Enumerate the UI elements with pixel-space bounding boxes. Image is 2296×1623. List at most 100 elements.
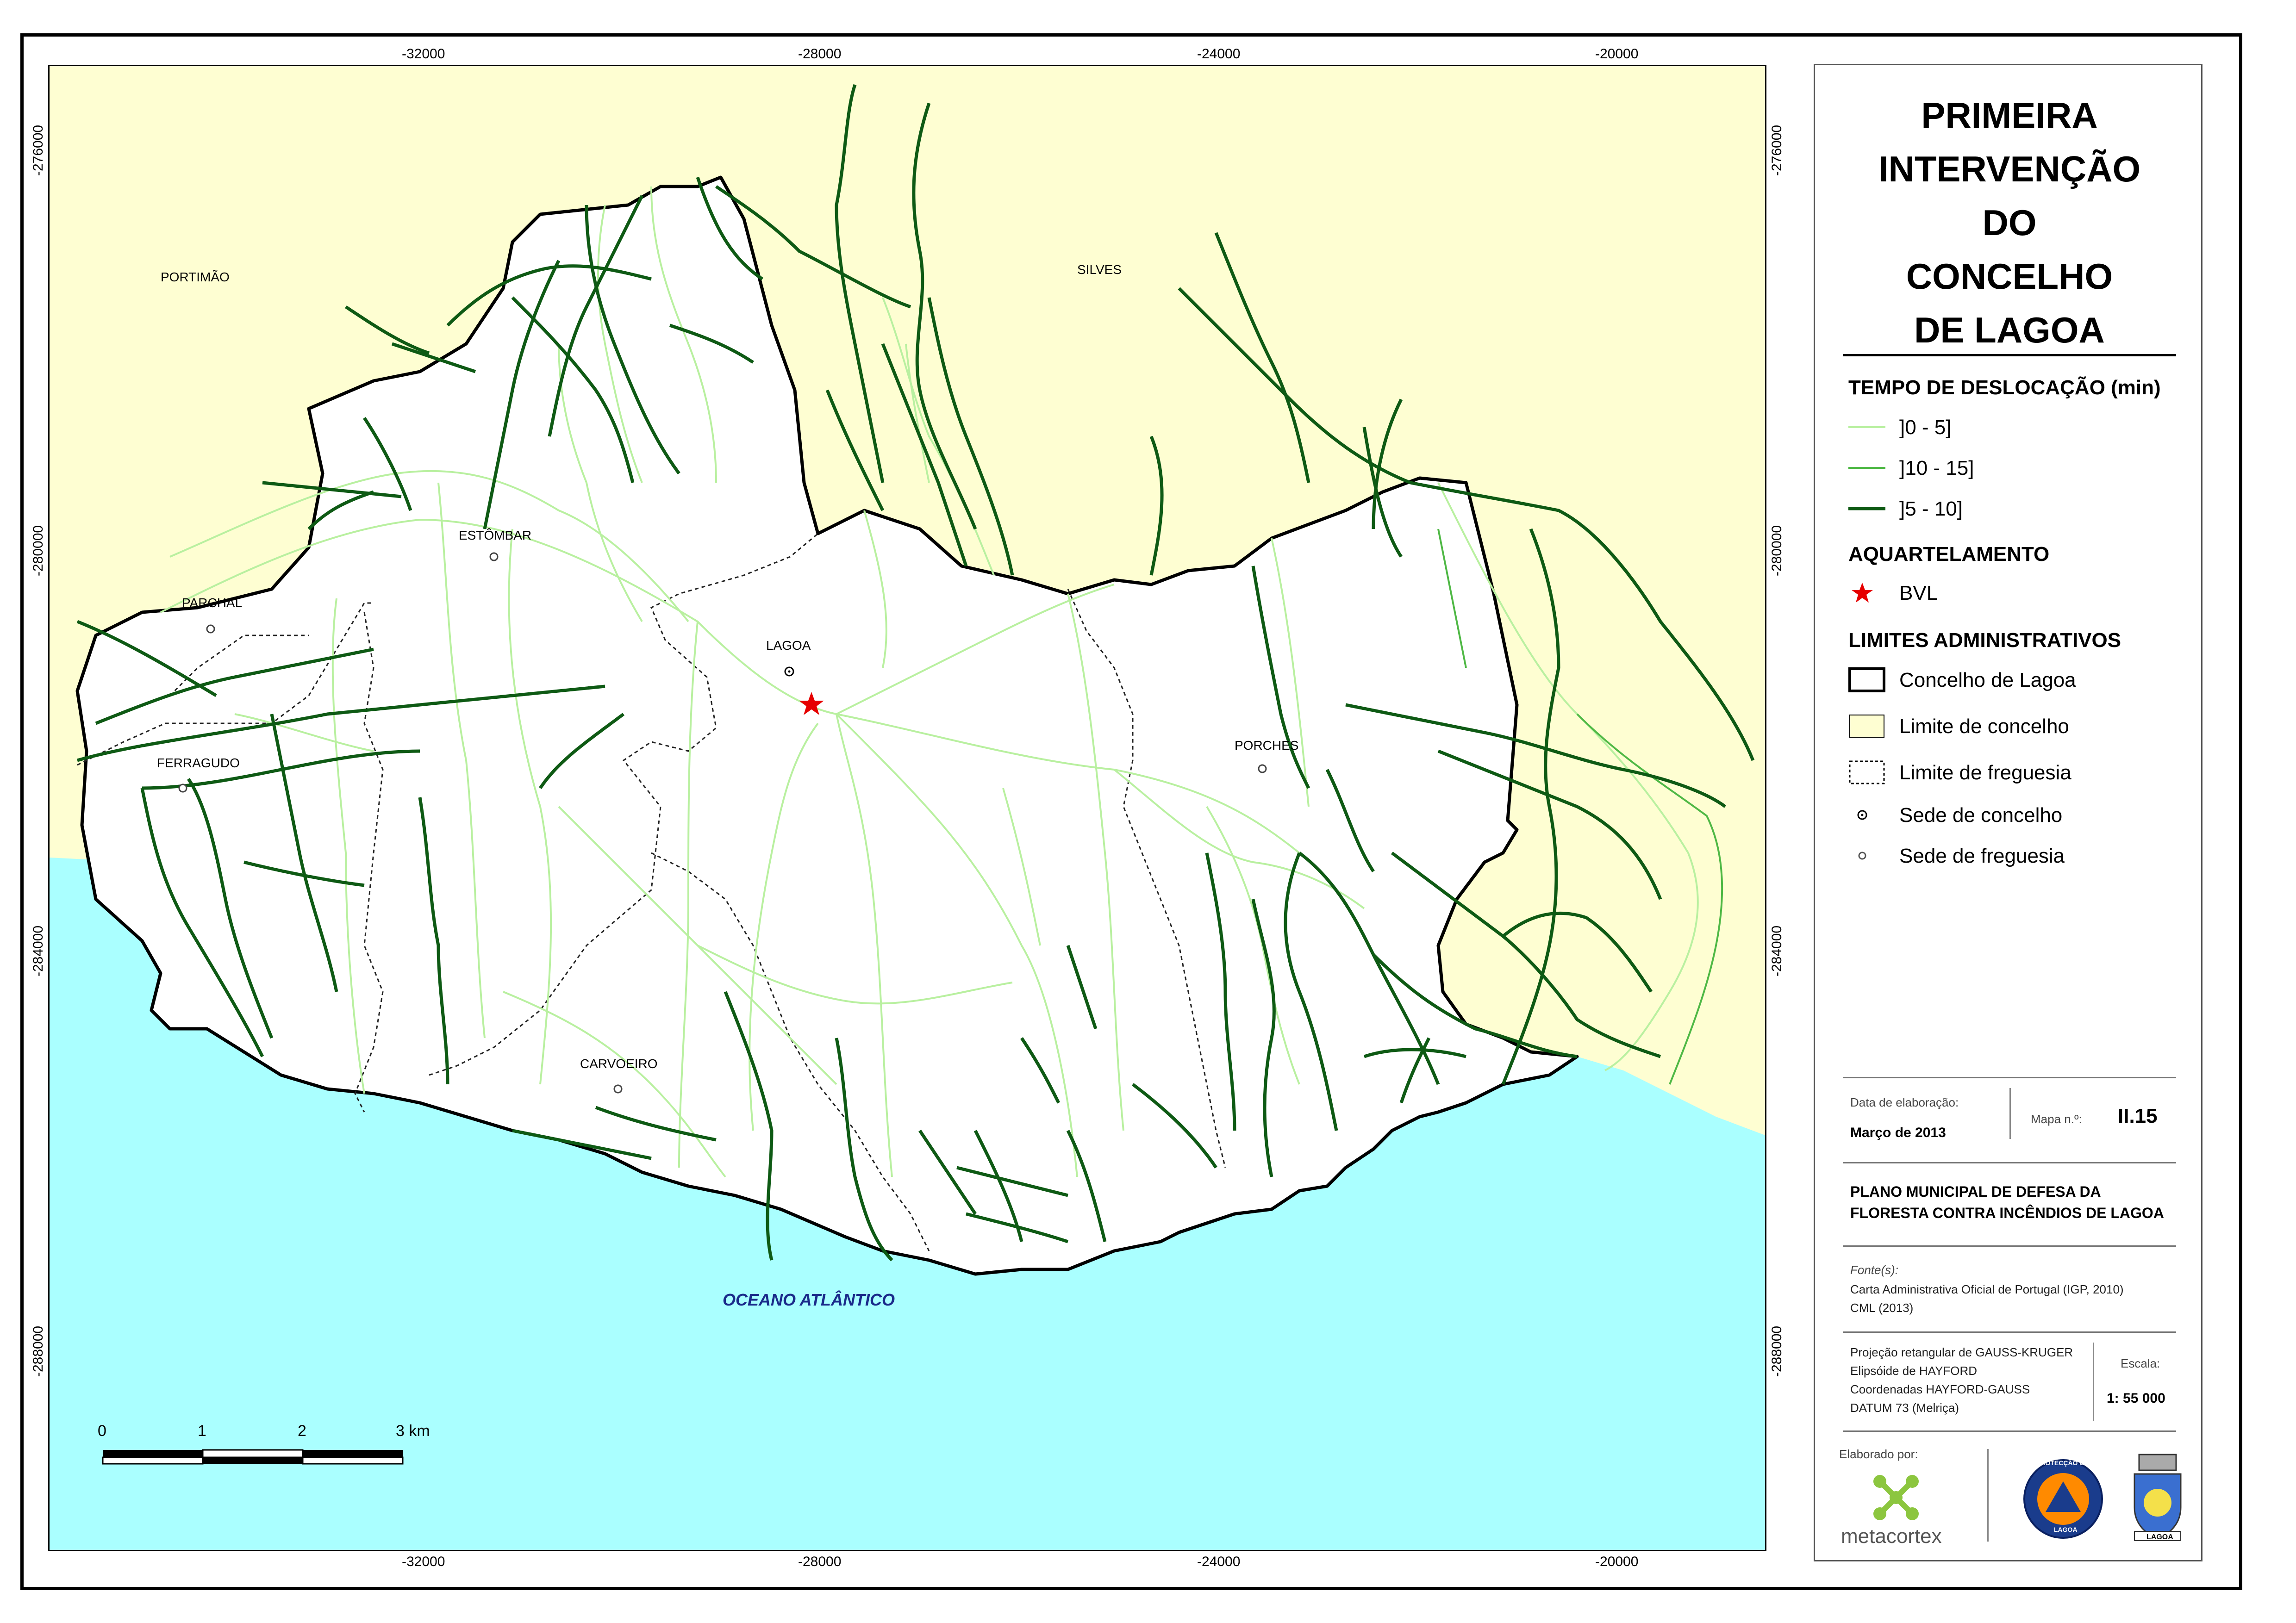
label-porches: PORCHES <box>1235 738 1299 752</box>
info-divider-5 <box>1843 1430 2176 1432</box>
polygon-swatch-concelho <box>1848 667 1885 692</box>
line-swatch-medium <box>1848 467 1885 469</box>
label-parchal: PARCHAL <box>182 596 243 610</box>
scale-separator <box>2093 1343 2094 1421</box>
map-canvas: PORTIMÃO SILVES ESTÔMBAR PARCHAL LAGOA F… <box>48 65 1766 1551</box>
legend-item-5-10: ]5 - 10] <box>1848 495 2182 522</box>
date-value: Março de 2013 <box>1850 1125 1946 1140</box>
label-estombar: ESTÔMBAR <box>459 528 532 542</box>
scale-value: 1: 55 000 <box>2107 1391 2165 1406</box>
legend-label: Sede de freguesia <box>1899 845 2065 867</box>
scale-label-0: 0 <box>98 1422 106 1440</box>
x-tick-top-2: -28000 <box>798 46 842 62</box>
scale-label: Escala: <box>2121 1356 2160 1370</box>
y-tick-right-3: -284000 <box>1769 925 1784 976</box>
sede-freguesia-marker-carvoeiro <box>613 1084 623 1094</box>
sede-freguesia-marker-parchal <box>206 624 215 634</box>
sources-label: Fonte(s): <box>1850 1263 1899 1277</box>
legend-heading-station: AQUARTELAMENTO <box>1848 543 2050 566</box>
legend-label: ]10 - 15] <box>1899 457 1974 479</box>
label-ocean: OCEANO ATLÂNTICO <box>723 1290 895 1309</box>
info-separator <box>2009 1088 2011 1139</box>
y-tick-left-2: -280000 <box>31 525 46 576</box>
scale-label-2: 2 <box>298 1422 306 1440</box>
legend-item-limite-freguesia: Limite de freguesia <box>1848 759 2182 786</box>
lagoa-coat-of-arms-icon <box>2134 1454 2182 1541</box>
x-tick-bottom-3: -24000 <box>1197 1554 1241 1569</box>
made-by-company: metacortex <box>1841 1525 1942 1548</box>
line-swatch-light <box>1848 426 1885 428</box>
sede-freguesia-icon <box>1858 852 1866 860</box>
plan-line-1: PLANO MUNICIPAL DE DEFESA DA <box>1850 1183 2101 1200</box>
title-line: INTERVENÇÃO <box>1878 149 2141 189</box>
legend-item-0-5: ]0 - 5] <box>1848 413 2182 441</box>
info-divider-3 <box>1843 1245 2176 1247</box>
legend-item-10-15: ]10 - 15] <box>1848 454 2182 482</box>
legend-item-limite-concelho: Limite de concelho <box>1848 712 2182 740</box>
civil-protection-logo-text: PROTECÇÃO CIVIL <box>2036 1459 2096 1467</box>
projection-line-3: Coordenadas HAYFORD-GAUSS <box>1850 1382 2030 1396</box>
projection-line-4: DATUM 73 (Melriça) <box>1850 1401 1959 1415</box>
y-tick-left-1: -276000 <box>31 124 46 176</box>
x-tick-bottom-1: -32000 <box>402 1554 445 1569</box>
title-line: DO <box>1982 202 2037 243</box>
star-icon <box>1852 583 1873 603</box>
civil-protection-logo-lagoa: LAGOA <box>2054 1526 2078 1533</box>
y-tick-left-3: -284000 <box>31 925 46 976</box>
x-tick-bottom-2: -28000 <box>798 1554 842 1569</box>
sede-concelho-icon <box>1857 810 1867 820</box>
legend-label: Sede de concelho <box>1899 804 2063 827</box>
y-tick-right-4: -288000 <box>1769 1325 1784 1377</box>
legend-heading-travel-time: TEMPO DE DESLOCAÇÃO (min) <box>1848 376 2161 399</box>
info-divider-2 <box>1843 1162 2176 1163</box>
label-ferragudo: FERRAGUDO <box>157 756 240 770</box>
polygon-swatch-freguesia <box>1849 760 1885 784</box>
line-swatch-dark <box>1848 507 1885 510</box>
date-label: Data de elaboração: <box>1850 1095 1959 1109</box>
scale-bar <box>102 1449 404 1465</box>
x-tick-top-1: -32000 <box>402 46 445 62</box>
y-tick-left-4: -288000 <box>31 1325 46 1377</box>
legend-label: ]0 - 5] <box>1899 416 1952 439</box>
sede-freguesia-marker-porches <box>1258 764 1267 773</box>
info-divider-4 <box>1843 1331 2176 1333</box>
title-divider <box>1843 354 2176 356</box>
legend-item-sede-freguesia: Sede de freguesia <box>1848 842 2182 870</box>
map-number-value: II.15 <box>2118 1105 2158 1127</box>
map-svg <box>50 66 1765 1550</box>
projection-line-1: Projeção retangular de GAUSS-KRUGER <box>1850 1345 2073 1359</box>
legend-label: Limite de freguesia <box>1899 761 2071 784</box>
sede-freguesia-marker-ferragudo <box>178 784 187 793</box>
sede-freguesia-marker-estombar <box>489 552 499 561</box>
label-lagoa: LAGOA <box>766 638 811 653</box>
legend-label: Limite de concelho <box>1899 715 2069 738</box>
polygon-swatch-limite <box>1849 715 1884 738</box>
projection-line-2: Elipsóide de HAYFORD <box>1850 1364 1978 1378</box>
label-portimao: PORTIMÃO <box>161 270 230 284</box>
scale-label-3: 3 km <box>396 1422 430 1440</box>
made-by-label: Elaborado por: <box>1839 1447 1918 1461</box>
legend-panel: PRIMEIRA INTERVENÇÃO DO CONCELHO DE LAGO… <box>1814 64 2202 1561</box>
scale-label-1: 1 <box>198 1422 206 1440</box>
map-title: PRIMEIRA INTERVENÇÃO DO CONCELHO DE LAGO… <box>1815 88 2204 357</box>
sources-line-1: Carta Administrativa Oficial de Portugal… <box>1850 1282 2124 1296</box>
label-carvoeiro: CARVOEIRO <box>580 1057 658 1071</box>
title-line: DE LAGOA <box>1914 310 2105 350</box>
x-tick-top-3: -24000 <box>1197 46 1241 62</box>
y-tick-right-2: -280000 <box>1769 525 1784 576</box>
title-line: CONCELHO <box>1906 256 2113 297</box>
legend-item-bvl: BVL <box>1848 579 2182 607</box>
x-tick-bottom-4: -20000 <box>1595 1554 1639 1569</box>
legend-label: BVL <box>1899 582 1938 604</box>
title-line: PRIMEIRA <box>1921 95 2098 136</box>
legend-label: Concelho de Lagoa <box>1899 669 2076 691</box>
x-tick-top-4: -20000 <box>1595 46 1639 62</box>
logo-separator <box>1987 1449 1989 1542</box>
metacortex-logo-icon <box>1873 1475 1919 1520</box>
coat-of-arms-lagoa: LAGOA <box>2146 1533 2173 1541</box>
legend-label: ]5 - 10] <box>1899 497 1963 520</box>
y-tick-right-1: -276000 <box>1769 124 1784 176</box>
legend-item-sede-concelho: Sede de concelho <box>1848 801 2182 829</box>
sede-concelho-dot <box>788 670 791 673</box>
plan-line-2: FLORESTA CONTRA INCÊNDIOS DE LAGOA <box>1850 1205 2164 1221</box>
